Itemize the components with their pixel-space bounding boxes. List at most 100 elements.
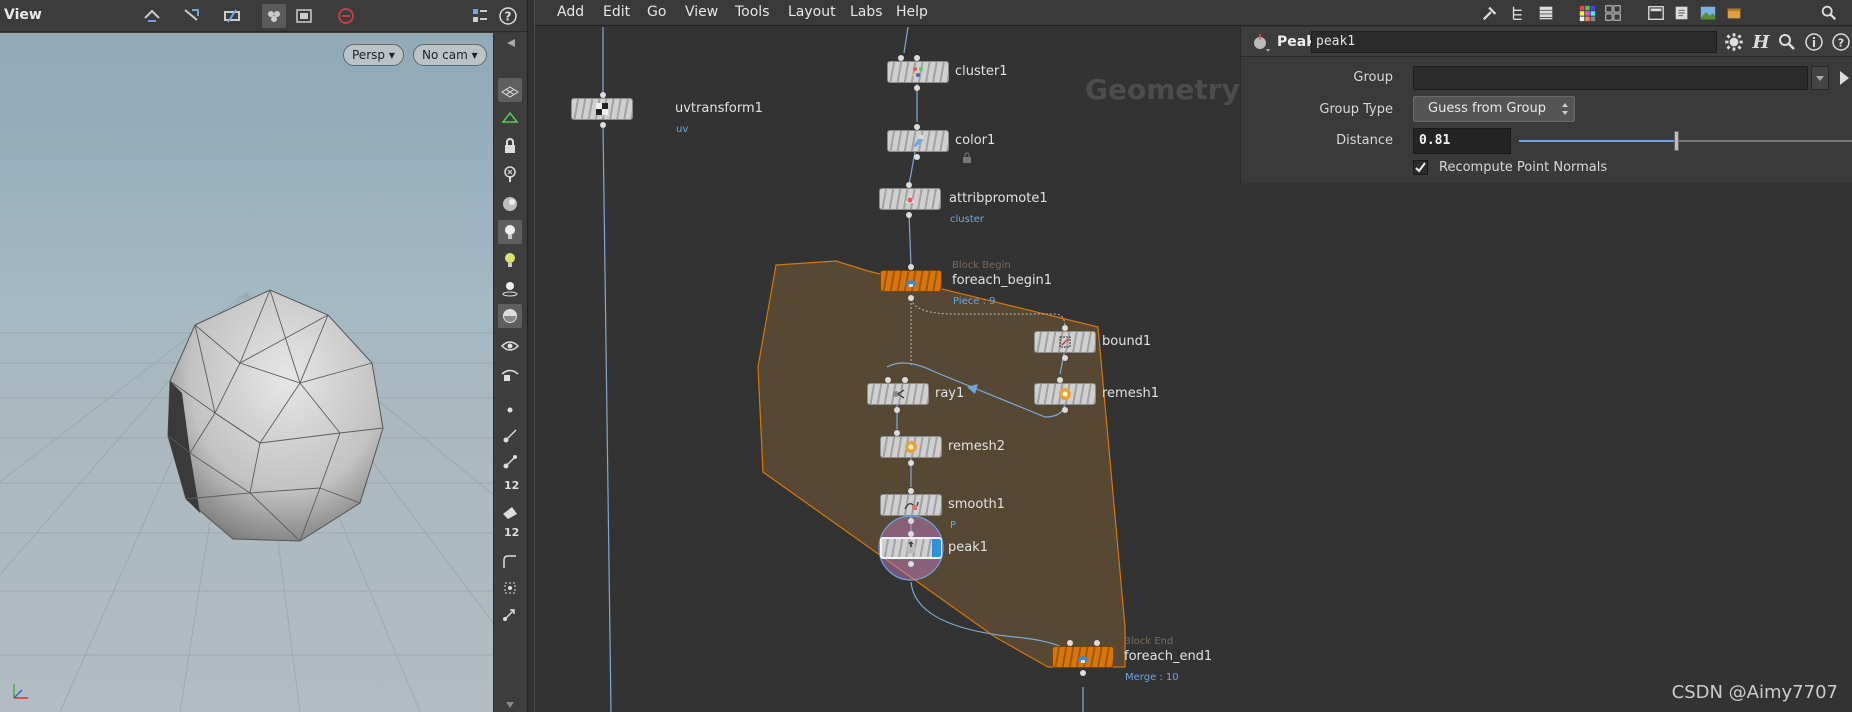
handle-icon[interactable] <box>498 162 522 186</box>
shading-mode-icon[interactable] <box>262 4 286 28</box>
group-type-label: Group Type <box>1319 102 1393 117</box>
menu-tools[interactable]: Tools <box>735 4 770 20</box>
camera-light-icon[interactable] <box>498 276 522 300</box>
point-normal-icon[interactable] <box>498 450 522 474</box>
input-connector[interactable] <box>1094 640 1100 646</box>
menu-go[interactable]: Go <box>647 4 666 20</box>
group-field[interactable] <box>1413 66 1808 90</box>
output-connector[interactable] <box>914 85 920 91</box>
help-h-icon[interactable]: H <box>1751 31 1771 57</box>
group-dropdown-button[interactable] <box>1811 66 1829 90</box>
sticky-note-icon[interactable] <box>1671 2 1693 24</box>
viewport-panel: View ? Persp ▾ No cam ▾ 12 12 <box>0 0 530 712</box>
primitive-number-label[interactable]: 12 <box>504 526 519 539</box>
layout-icon[interactable] <box>468 4 492 28</box>
record-icon[interactable] <box>334 4 358 28</box>
grid-display-icon[interactable] <box>498 78 522 102</box>
snap-icon[interactable] <box>498 106 522 130</box>
light-icon[interactable] <box>498 220 522 244</box>
output-connector[interactable] <box>600 122 606 128</box>
menu-labs[interactable]: Labs <box>850 4 883 20</box>
input-connector[interactable] <box>902 377 908 383</box>
menu-add[interactable]: Add <box>557 4 584 20</box>
menu-layout[interactable]: Layout <box>788 4 836 20</box>
lock-icon[interactable] <box>498 134 522 158</box>
input-connector[interactable] <box>894 430 900 436</box>
point-number-label[interactable]: 12 <box>504 479 519 492</box>
input-connector[interactable] <box>1057 377 1063 383</box>
distance-slider[interactable] <box>1519 131 1852 151</box>
sphere-icon[interactable] <box>498 192 522 216</box>
output-connector[interactable] <box>1062 355 1068 361</box>
point-display-icon[interactable] <box>498 398 522 422</box>
group-select-arrow[interactable] <box>1835 66 1852 90</box>
viewport-scene[interactable]: Persp ▾ No cam ▾ <box>0 33 493 712</box>
node-name-field[interactable]: peak1 <box>1311 31 1717 53</box>
pane-splitter[interactable] <box>527 0 535 712</box>
output-connector[interactable] <box>908 561 914 567</box>
info-icon[interactable] <box>1804 32 1824 56</box>
tree-view-icon[interactable] <box>1507 2 1529 24</box>
side-toolbar-collapse[interactable] <box>498 39 524 47</box>
template-icon[interactable] <box>498 362 522 386</box>
uv-display-icon[interactable] <box>498 602 522 626</box>
mesh-object[interactable] <box>0 33 493 712</box>
input-connector[interactable] <box>914 124 920 130</box>
visibility-icon[interactable] <box>498 334 522 358</box>
search-icon[interactable] <box>1777 32 1797 56</box>
asset-icon[interactable] <box>1723 2 1745 24</box>
menu-edit[interactable]: Edit <box>603 4 630 20</box>
input-connector[interactable] <box>1067 640 1073 646</box>
headlight-icon[interactable] <box>498 248 522 272</box>
node-label: foreach_end1 <box>1124 649 1213 664</box>
network-box-icon[interactable] <box>1645 2 1667 24</box>
shaded-icon[interactable] <box>498 304 522 328</box>
output-connector[interactable] <box>894 407 900 413</box>
side-toolbar-more[interactable] <box>498 700 522 710</box>
help-icon[interactable]: ? <box>1831 32 1851 56</box>
output-connector[interactable] <box>906 212 912 218</box>
list-view-icon[interactable] <box>1535 2 1557 24</box>
vertex-display-icon[interactable] <box>498 576 522 600</box>
output-connector[interactable] <box>908 518 914 524</box>
help-icon[interactable]: ? <box>496 4 520 28</box>
perspective-menu[interactable]: Persp ▾ <box>343 44 404 66</box>
recompute-normals-checkbox[interactable] <box>1413 160 1428 175</box>
output-connector[interactable] <box>1080 670 1086 676</box>
primitive-display-icon[interactable] <box>498 500 522 524</box>
input-connector[interactable] <box>908 488 914 494</box>
viewport-title: View <box>4 7 42 23</box>
shape-palette-icon[interactable] <box>1602 2 1624 24</box>
input-connector[interactable] <box>908 264 914 270</box>
input-connector[interactable] <box>898 55 904 61</box>
output-connector[interactable] <box>908 460 914 466</box>
view-zoom-icon[interactable] <box>220 4 244 28</box>
background-image-icon[interactable] <box>1697 2 1719 24</box>
output-connector[interactable] <box>914 154 920 160</box>
search-icon[interactable] <box>1818 2 1840 24</box>
view-rotate-icon[interactable] <box>140 4 164 28</box>
gear-icon[interactable] <box>1723 31 1745 57</box>
distance-slider-handle[interactable] <box>1673 131 1679 151</box>
group-type-menu[interactable]: Guess from Group <box>1413 96 1575 122</box>
menu-help[interactable]: Help <box>896 4 928 20</box>
input-connector[interactable] <box>885 377 891 383</box>
camera-menu[interactable]: No cam ▾ <box>413 44 487 66</box>
distance-field[interactable]: 0.81 <box>1413 128 1511 154</box>
input-connector[interactable] <box>600 92 606 98</box>
display-options-icon[interactable] <box>292 4 316 28</box>
display-flag[interactable] <box>932 539 941 557</box>
peak-node-icon[interactable] <box>1249 31 1273 53</box>
wrench-icon[interactable] <box>1479 2 1501 24</box>
normal-display-icon[interactable] <box>498 424 522 448</box>
input-connector[interactable] <box>906 182 912 188</box>
input-connector[interactable] <box>1062 325 1068 331</box>
input-connector[interactable] <box>914 55 920 61</box>
color-palette-icon[interactable] <box>1576 2 1598 24</box>
edge-display-icon[interactable] <box>498 550 522 574</box>
menu-view[interactable]: View <box>685 4 718 20</box>
output-connector[interactable] <box>1062 407 1068 413</box>
view-pan-icon[interactable] <box>180 4 204 28</box>
input-connector[interactable] <box>908 531 914 537</box>
output-connector[interactable] <box>908 295 914 301</box>
